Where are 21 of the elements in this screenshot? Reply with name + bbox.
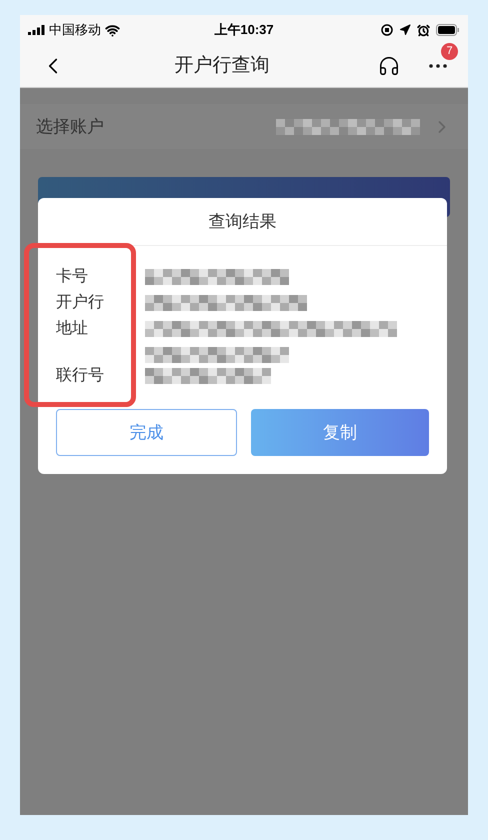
rotation-lock-icon <box>381 24 393 36</box>
account-label: 选择账户 <box>36 116 105 138</box>
copy-button[interactable]: 复制 <box>250 409 429 456</box>
signal-icon <box>28 25 45 35</box>
account-row[interactable]: 选择账户 <box>20 104 468 149</box>
headset-icon[interactable] <box>378 55 400 77</box>
field-label: 联行号 <box>56 366 105 386</box>
carrier-name: 中国移动 <box>49 21 101 40</box>
dialog-title: 查询结果 <box>208 210 276 233</box>
status-time: 上午10:37 <box>214 22 274 38</box>
done-button[interactable]: 完成 <box>56 409 236 456</box>
field-label: 地址 <box>56 318 89 339</box>
field-label: 卡号 <box>56 266 89 287</box>
wifi-icon <box>105 22 120 38</box>
page-title: 开户行查询 <box>174 54 270 76</box>
more-icon[interactable] <box>428 63 448 69</box>
field-label: 开户行 <box>56 292 105 313</box>
battery-icon <box>436 24 460 36</box>
location-icon <box>399 24 411 36</box>
alarm-icon <box>417 24 430 36</box>
notification-badge: 7 <box>441 43 458 60</box>
